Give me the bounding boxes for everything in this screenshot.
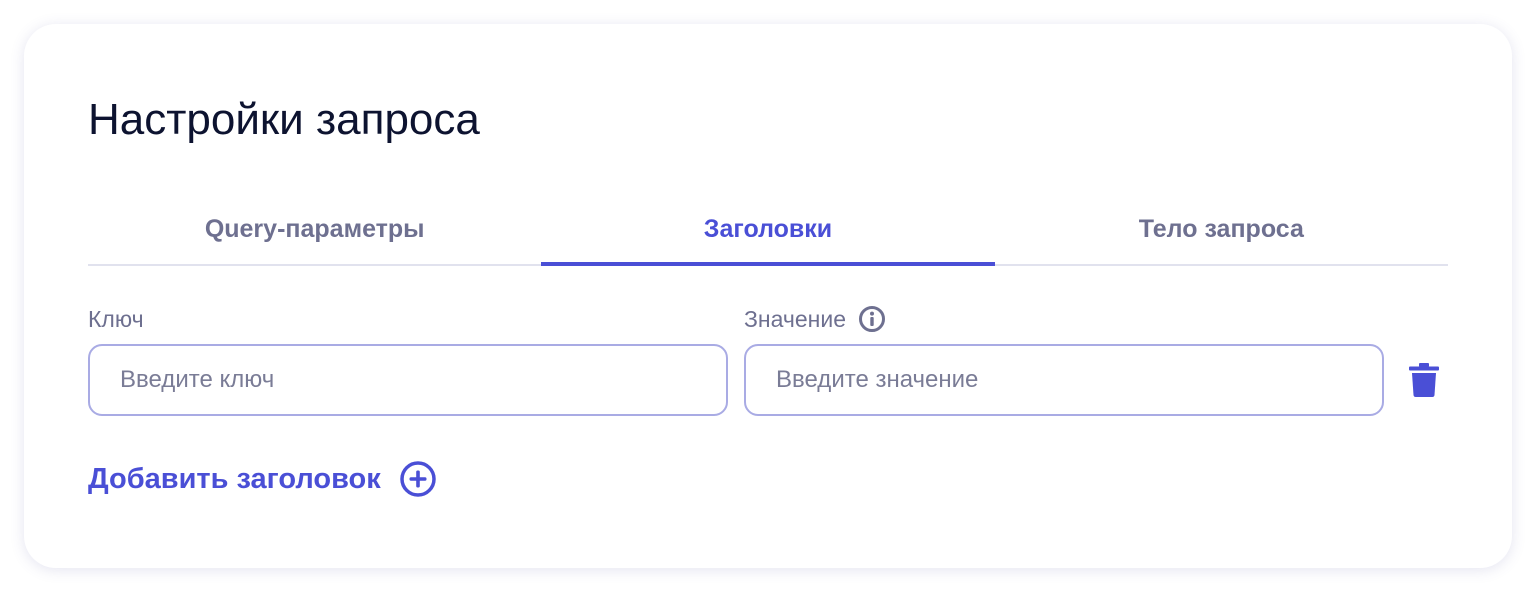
info-icon[interactable] xyxy=(858,305,886,333)
key-label: Ключ xyxy=(88,304,144,334)
tab-request-body[interactable]: Тело запроса xyxy=(995,204,1448,264)
value-label: Значение xyxy=(744,304,886,334)
plus-circle-icon xyxy=(399,460,437,498)
tab-query-params[interactable]: Query-параметры xyxy=(88,204,541,264)
tabs-bar: Query-параметры Заголовки Тело запроса xyxy=(88,204,1448,266)
header-value-input[interactable] xyxy=(744,344,1384,416)
value-label-text: Значение xyxy=(744,306,846,332)
add-header-label: Добавить заголовок xyxy=(88,462,381,495)
key-label-text: Ключ xyxy=(88,306,144,332)
tab-headers[interactable]: Заголовки xyxy=(541,204,995,266)
card-title: Настройки запроса xyxy=(88,95,480,144)
trash-icon[interactable] xyxy=(1408,362,1440,398)
header-key-input[interactable] xyxy=(88,344,728,416)
add-header-button[interactable]: Добавить заголовок xyxy=(88,460,437,498)
request-settings-card: Настройки запроса Query-параметры Заголо… xyxy=(24,24,1512,568)
